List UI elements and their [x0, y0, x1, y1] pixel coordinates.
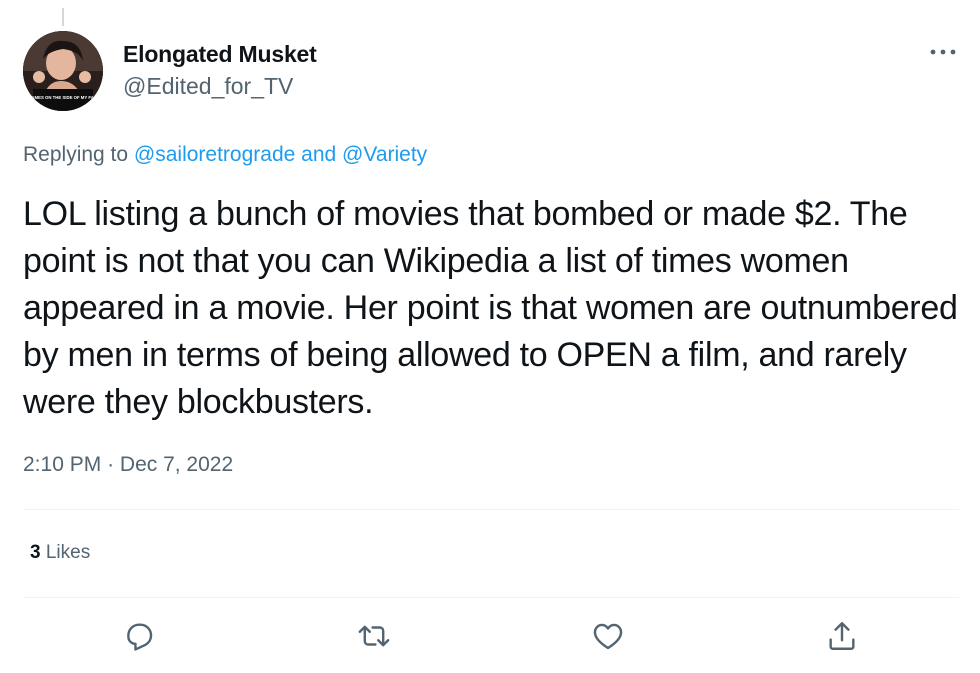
like-icon — [593, 623, 623, 650]
meta-separator: · — [107, 453, 115, 476]
tweet-date[interactable]: Dec 7, 2022 — [120, 453, 233, 476]
avatar[interactable]: FLAMES ON THE SIDE OF MY FACE — [23, 31, 103, 111]
more-icon — [930, 49, 956, 55]
author-block: Elongated Musket @Edited_for_TV — [123, 40, 317, 100]
likes-label: Likes — [45, 542, 91, 563]
display-name[interactable]: Elongated Musket — [123, 40, 317, 68]
username-handle[interactable]: @Edited_for_TV — [123, 72, 317, 100]
likes-stat[interactable]: 3 Likes — [30, 539, 90, 567]
avatar-caption: FLAMES ON THE SIDE OF MY FACE — [26, 95, 100, 100]
divider — [23, 509, 959, 510]
reply-user-link[interactable]: @sailoretrograde — [134, 143, 295, 166]
more-options-button[interactable] — [928, 42, 958, 62]
tweet-card: FLAMES ON THE SIDE OF MY FACE Elongated … — [0, 0, 980, 673]
reply-icon — [127, 623, 153, 651]
retweet-button[interactable] — [355, 617, 393, 655]
replying-prefix: Replying to — [23, 143, 129, 166]
thread-line — [62, 8, 64, 26]
avatar-image: FLAMES ON THE SIDE OF MY FACE — [23, 31, 103, 111]
share-icon — [829, 622, 855, 650]
reply-conjunction: and — [301, 143, 337, 166]
replying-to: Replying to @sailoretrograde and @Variet… — [23, 141, 427, 169]
like-button[interactable] — [589, 617, 627, 655]
tweet-text: LOL listing a bunch of movies that bombe… — [23, 195, 958, 421]
likes-count: 3 — [30, 542, 41, 563]
reply-user-link[interactable]: @Variety — [342, 143, 427, 166]
tweet-time[interactable]: 2:10 PM — [23, 453, 101, 476]
retweet-icon — [358, 625, 390, 647]
share-button[interactable] — [823, 617, 861, 655]
reply-button[interactable] — [120, 617, 158, 655]
tweet-meta: 2:10 PM · Dec 7, 2022 — [23, 451, 233, 479]
divider — [23, 597, 959, 598]
